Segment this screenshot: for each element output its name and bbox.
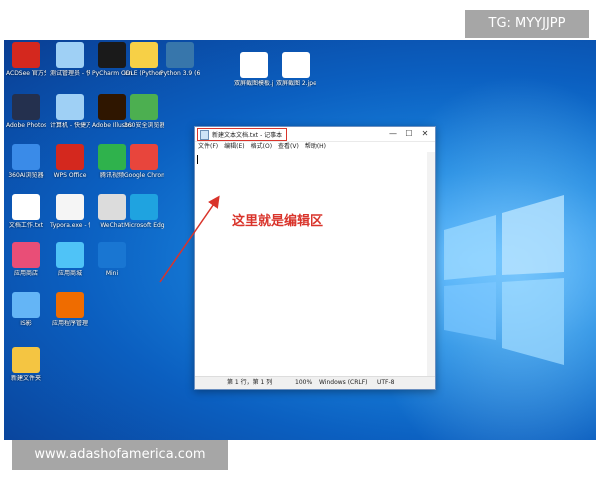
title-highlight-box: 新建文本文档.txt - 记事本 xyxy=(197,128,288,141)
desktop-icon-label: 计算机 - 快捷方式 xyxy=(50,122,90,129)
mini-icon xyxy=(98,242,126,268)
computer-icon xyxy=(56,94,84,120)
desktop-icon-label: 文档工作.txt xyxy=(8,222,44,229)
desktop-icon[interactable]: 文档工作.txt xyxy=(6,194,46,229)
window-title: 新建文本文档.txt - 记事本 xyxy=(212,132,283,139)
desktop-icon[interactable]: 新建文件夹 xyxy=(6,347,46,382)
notepad-titlebar[interactable]: 新建文本文档.txt - 记事本 — ☐ ✕ xyxy=(195,127,435,142)
browser-360-ai-icon xyxy=(12,144,40,170)
computer-icon xyxy=(56,42,84,68)
desktop-icon[interactable]: Microsoft Edge xyxy=(124,194,164,229)
wps-icon xyxy=(56,144,84,170)
desktop-icon-label: WPS Office xyxy=(53,172,87,179)
status-cursor-position: 第 1 行，第 1 列 xyxy=(227,379,273,386)
menu-file[interactable]: 文件(F) xyxy=(198,142,218,152)
desktop-icon-label: 360安全浏览器 xyxy=(124,122,164,129)
desktop-icon[interactable]: Mini xyxy=(92,242,132,277)
desktop-icon-label: IS影 xyxy=(20,320,32,327)
illustrator-icon xyxy=(98,94,126,120)
desktop-icon[interactable]: 应用商城 xyxy=(50,242,90,277)
desktop-icon[interactable]: 测试管理员 - 快捷方式 xyxy=(50,42,90,77)
video-icon xyxy=(98,144,126,170)
desktop-icon[interactable]: 应用商店 xyxy=(6,242,46,277)
desktop-icon[interactable]: 计算机 - 快捷方式 xyxy=(50,94,90,129)
app-manager-icon xyxy=(56,292,84,318)
image-file-icon xyxy=(240,52,268,78)
wechat-icon xyxy=(98,194,126,220)
menu-help[interactable]: 帮助(H) xyxy=(305,142,326,152)
screenshot: ACDSee 官方免费版测试管理员 - 快捷方式PyCharm Commun..… xyxy=(0,0,600,480)
minimize-button[interactable]: — xyxy=(385,127,401,141)
menu-view[interactable]: 查看(V) xyxy=(278,142,299,152)
desktop-icon[interactable]: WPS Office xyxy=(50,144,90,179)
desktop-icon[interactable]: 双屏截图模板.jpeg xyxy=(234,52,274,87)
edge-icon xyxy=(130,194,158,220)
desktop-icon[interactable]: ACDSee 官方免费版 xyxy=(6,42,46,77)
desktop-icon-label: 双屏截图模板.jpeg xyxy=(234,80,274,87)
desktop-icon-label: Google Chrome xyxy=(124,172,164,179)
desktop-icon[interactable]: Adobe Photosho... xyxy=(6,94,46,129)
desktop-icon-label: 测试管理员 - 快捷方式 xyxy=(50,70,90,77)
notepad-window[interactable]: 新建文本文档.txt - 记事本 — ☐ ✕ 文件(F) 编辑(E) 格式(O)… xyxy=(194,126,436,390)
desktop-icon-label: Typora.exe - 快捷方式 xyxy=(50,222,90,229)
desktop-icon-label: 应用商城 xyxy=(57,270,82,277)
desktop-icon-label: 双屏截图 2.jpeg xyxy=(276,80,316,87)
tool-icon xyxy=(12,292,40,318)
pycharm-icon xyxy=(98,42,126,68)
desktop-icon[interactable]: 应用程序管理 xyxy=(50,292,90,327)
chrome-icon xyxy=(130,144,158,170)
desktop-icon-label: ACDSee 官方免费版 xyxy=(6,70,46,77)
status-bar: 第 1 行，第 1 列 100% Windows (CRLF) UTF-8 xyxy=(195,376,435,389)
folder-icon xyxy=(12,347,40,373)
desktop-icon[interactable]: Python 3.9 (64-bit) xyxy=(160,42,200,77)
desktop-icon-label: 应用程序管理 xyxy=(51,320,88,327)
store-icon xyxy=(12,242,40,268)
status-line-ending: Windows (CRLF) xyxy=(319,379,368,386)
desktop-icon-label: 应用商店 xyxy=(13,270,38,277)
window-controls: — ☐ ✕ xyxy=(385,127,433,141)
photoshop-icon xyxy=(12,94,40,120)
acdsee-icon xyxy=(12,42,40,68)
desktop-icon[interactable]: Typora.exe - 快捷方式 xyxy=(50,194,90,229)
desktop-icon-label: IDLE (Python 3.9 64-bit) xyxy=(124,70,164,77)
image-file-icon xyxy=(282,52,310,78)
desktop-icon-label: Mini xyxy=(105,270,119,277)
desktop-icon-label: 新建文件夹 xyxy=(10,375,41,382)
browser-360-icon xyxy=(130,94,158,120)
menu-edit[interactable]: 编辑(E) xyxy=(224,142,244,152)
typora-icon xyxy=(56,194,84,220)
appstore-icon xyxy=(56,242,84,268)
status-zoom: 100% xyxy=(295,379,313,386)
watermark-bottom: www.adashofamerica.com xyxy=(12,440,228,470)
desktop-icon[interactable]: IDLE (Python 3.9 64-bit) xyxy=(124,42,164,77)
close-button[interactable]: ✕ xyxy=(417,127,433,141)
desktop-icon-label: Adobe Photosho... xyxy=(6,122,46,129)
desktop-icon-label: Microsoft Edge xyxy=(124,222,164,229)
watermark-top: TG: MYYJJPP xyxy=(465,10,589,38)
notepad-app-icon xyxy=(200,129,209,140)
maximize-button[interactable]: ☐ xyxy=(401,127,417,141)
desktop-icon[interactable]: 360安全浏览器 xyxy=(124,94,164,129)
desktop-icon[interactable]: IS影 xyxy=(6,292,46,327)
text-edit-area[interactable] xyxy=(195,152,427,376)
desktop-icon-label: Python 3.9 (64-bit) xyxy=(160,70,200,77)
desktop-icon[interactable]: Google Chrome xyxy=(124,144,164,179)
text-caret xyxy=(197,155,198,164)
menu-format[interactable]: 格式(O) xyxy=(251,142,272,152)
document-icon xyxy=(12,194,40,220)
status-encoding: UTF-8 xyxy=(377,379,395,386)
desktop-icon[interactable]: 360AI浏览器 xyxy=(6,144,46,179)
python-icon xyxy=(166,42,194,68)
annotation-label: 这里就是编辑区 xyxy=(232,214,324,229)
vertical-scrollbar[interactable] xyxy=(427,152,435,376)
python-idle-icon xyxy=(130,42,158,68)
desktop-icon-label: 360AI浏览器 xyxy=(8,172,44,179)
desktop-icon[interactable]: 双屏截图 2.jpeg xyxy=(276,52,316,87)
windows-logo xyxy=(434,190,574,370)
